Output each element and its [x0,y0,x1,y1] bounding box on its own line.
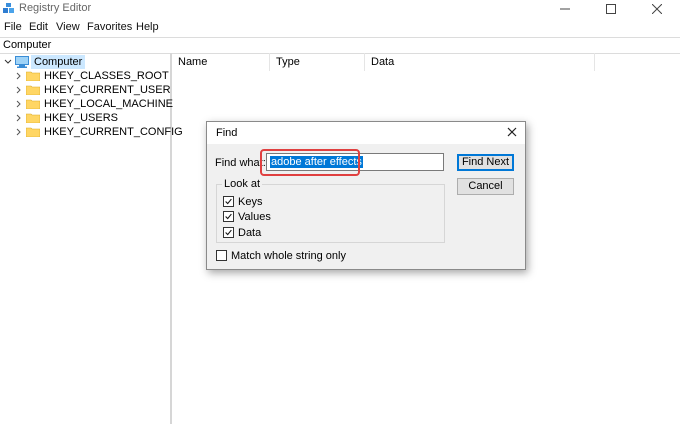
folder-icon [26,113,40,123]
chevron-right-icon[interactable] [14,97,24,111]
computer-icon [15,56,29,68]
menu-help[interactable]: Help [136,21,159,33]
tree-item-label: HKEY_CURRENT_CONFIG [44,126,183,138]
minimize-button[interactable] [542,0,588,17]
window-title: Registry Editor [19,2,92,14]
tree-item-computer[interactable]: Computer [3,55,163,69]
tree-item-label: HKEY_CURRENT_USER [44,84,171,96]
look-at-group: Look at Keys Values Data [216,178,445,243]
tree-item-hkey-local-machine[interactable]: HKEY_LOCAL_MACHINE [14,97,173,111]
close-button[interactable] [634,0,680,17]
registry-icon [3,3,14,13]
checkbox-unchecked-icon[interactable] [216,250,227,261]
maximize-icon [606,4,616,14]
tree-item-label: Computer [31,55,86,69]
menu-edit[interactable]: Edit [29,21,48,33]
tree-item-hkey-users[interactable]: HKEY_USERS [14,111,164,125]
tree-item-hkey-current-user[interactable]: HKEY_CURRENT_USER [14,83,171,97]
chevron-right-icon[interactable] [14,111,24,125]
data-checkbox-label: Data [238,227,262,239]
values-checkbox-label: Values [238,211,271,223]
tree-item-hkey-current-config[interactable]: HKEY_CURRENT_CONFIG [14,125,183,139]
column-header-type[interactable]: Type [270,53,365,71]
find-dialog-title: Find [216,127,238,139]
maximize-button[interactable] [588,0,634,17]
checkbox-checked-icon[interactable] [223,211,234,222]
chevron-right-icon[interactable] [14,125,24,139]
folder-icon [26,127,40,137]
match-whole-checkbox-label: Match whole string only [231,250,346,262]
tree-item-hkey-classes-root[interactable]: HKEY_CLASSES_ROOT [14,69,169,83]
checkbox-checked-icon[interactable] [223,227,234,238]
address-path: Computer [3,39,52,51]
find-dialog-titlebar: Find [207,122,525,144]
minimize-icon [560,8,570,10]
menu-file[interactable]: File [4,21,22,33]
tree-item-label: HKEY_CLASSES_ROOT [44,70,169,82]
column-header-name[interactable]: Name [172,53,270,71]
keys-checkbox-label: Keys [238,196,263,208]
menu-bar: File Edit View Favorites Help [0,18,680,36]
column-header-data[interactable]: Data [365,53,595,71]
close-icon[interactable] [505,125,519,139]
find-dialog: Find Find what: adobe after effects Find… [206,121,526,270]
chevron-right-icon[interactable] [14,83,24,97]
folder-icon [26,99,40,109]
highlight-annotation [260,149,360,176]
menu-view[interactable]: View [56,21,80,33]
menu-favorites[interactable]: Favorites [87,21,132,33]
tree-item-label: HKEY_USERS [44,112,118,124]
window-titlebar: Registry Editor [0,0,680,17]
chevron-right-icon[interactable] [14,69,24,83]
folder-icon [26,71,40,81]
cancel-button[interactable]: Cancel [457,178,514,195]
chevron-down-icon[interactable] [3,55,13,69]
checkbox-checked-icon[interactable] [223,196,234,207]
folder-icon [26,85,40,95]
look-at-label: Look at [222,178,263,190]
address-bar[interactable]: Computer [0,37,680,54]
find-what-label: Find what: [215,157,266,169]
close-icon [651,3,663,15]
tree-pane: Computer HKEY_CLASSES_ROOT HKEY_CURRENT_… [0,53,183,424]
tree-item-label: HKEY_LOCAL_MACHINE [44,98,173,110]
find-next-button[interactable]: Find Next [457,154,514,171]
